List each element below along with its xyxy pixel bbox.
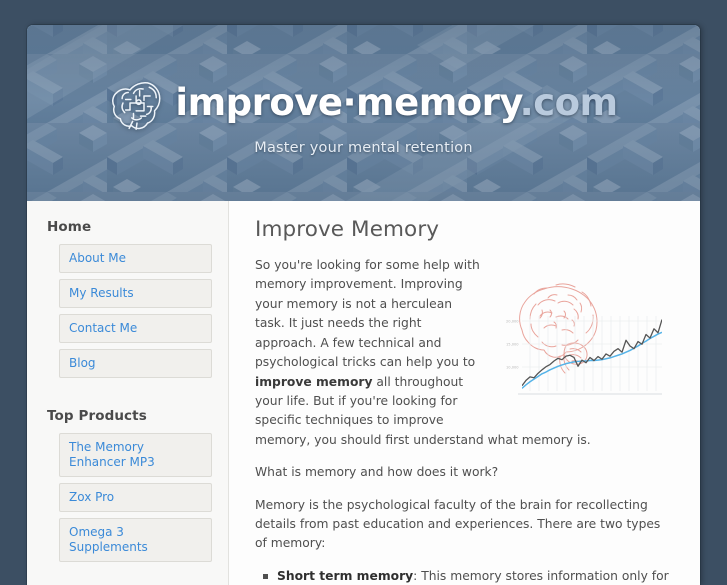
main-content: Improve Memory 20,000 15,000 10,000 So y…	[229, 201, 700, 585]
banner-content: improve·memory.com Master your mental re…	[27, 25, 700, 201]
sidebar-list-top-products: The Memory Enhancer MP3 Zox Pro Omega 3 …	[59, 433, 212, 562]
list-item: About Me	[59, 244, 212, 273]
intro-text-a: So you're looking for some help with mem…	[255, 258, 480, 370]
wordmark-tld: .com	[519, 81, 618, 124]
sidebar-heading-top-products: Top Products	[47, 408, 147, 424]
sidebar-item-my-results[interactable]: My Results	[59, 279, 212, 308]
sidebar: Home About Me My Results Contact Me Blog…	[27, 201, 229, 585]
list-item: Blog	[59, 349, 212, 378]
site-tagline: Master your mental retention	[254, 139, 473, 156]
site-logo[interactable]: improve·memory.com	[109, 75, 618, 131]
sidebar-item-blog[interactable]: Blog	[59, 349, 212, 378]
sidebar-heading-home: Home	[47, 219, 92, 235]
chart-ytick-1: 15,000	[506, 343, 519, 347]
sidebar-item-zox-pro[interactable]: Zox Pro	[59, 483, 212, 512]
brain-chart-illustration: 20,000 15,000 10,000	[494, 258, 674, 413]
intro-bold-phrase: improve memory	[255, 374, 373, 389]
page-title: Improve Memory	[255, 217, 440, 242]
sidebar-item-contact-me[interactable]: Contact Me	[59, 314, 212, 343]
brain-maze-icon	[112, 81, 161, 130]
body-columns: Home About Me My Results Contact Me Blog…	[27, 201, 700, 585]
sidebar-list-home: About Me My Results Contact Me Blog	[59, 244, 212, 378]
sidebar-item-about-me[interactable]: About Me	[59, 244, 212, 273]
short-term-memory-term: Short term memory	[277, 568, 414, 583]
memory-types-list: Short term memory: This memory stores in…	[255, 567, 674, 585]
list-item: Omega 3 Supplements	[59, 518, 212, 562]
list-item-short-term-memory: Short term memory: This memory stores in…	[263, 567, 674, 585]
sidebar-item-memory-enhancer-mp3[interactable]: The Memory Enhancer MP3	[59, 433, 212, 477]
chart-ytick-2: 10,000	[506, 366, 519, 370]
list-item: Zox Pro	[59, 483, 212, 512]
definition-paragraph: Memory is the psychological faculty of t…	[255, 497, 661, 551]
question-paragraph: What is memory and how does it work?	[255, 465, 499, 480]
list-item: My Results	[59, 279, 212, 308]
chart-ytick-0: 20,000	[506, 320, 519, 324]
site-container: improve·memory.com Master your mental re…	[27, 25, 700, 585]
wordmark-main: improve·memory	[175, 81, 520, 124]
site-header-banner: improve·memory.com Master your mental re…	[27, 25, 700, 201]
site-wordmark: improve·memory.com	[175, 81, 618, 124]
list-item: Contact Me	[59, 314, 212, 343]
sidebar-item-omega-3-supplements[interactable]: Omega 3 Supplements	[59, 518, 212, 562]
list-item: The Memory Enhancer MP3	[59, 433, 212, 477]
